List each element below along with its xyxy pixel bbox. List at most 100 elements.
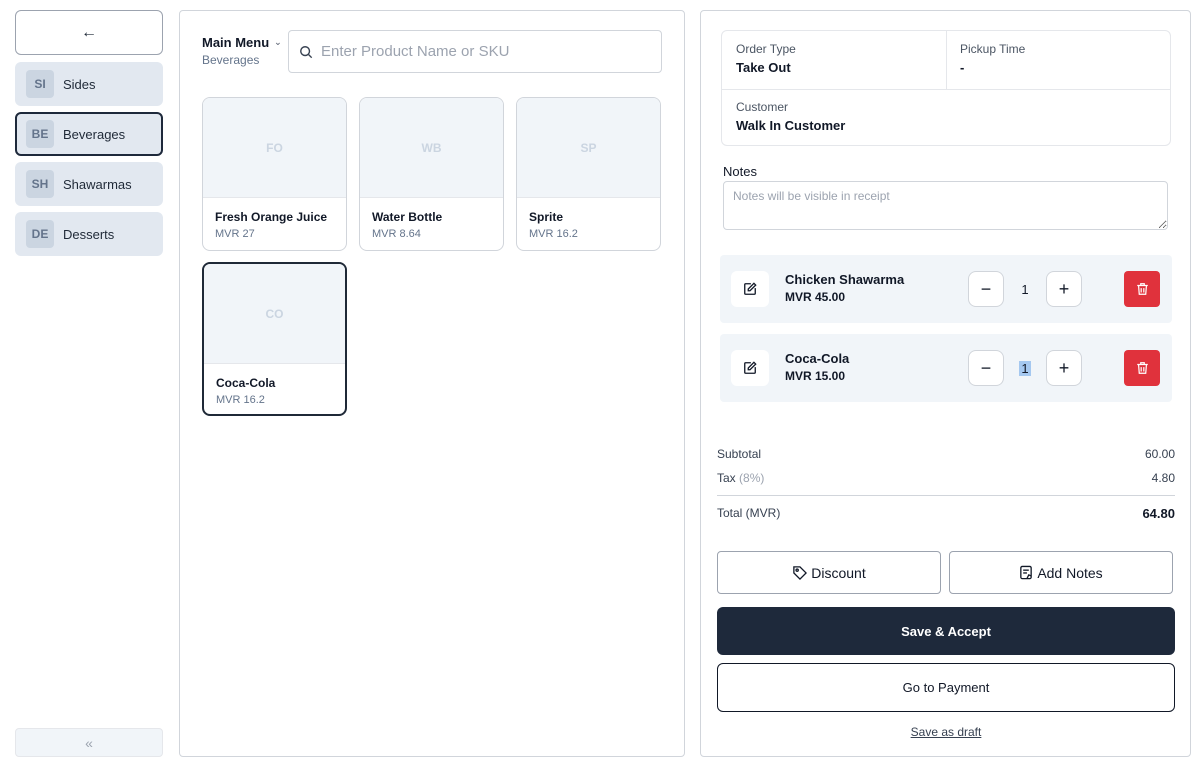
total-value: 64.80 [1142, 506, 1175, 521]
category-sidebar: ← SI Sides BE Beverages SH Shawarmas DE … [15, 10, 163, 757]
search-icon [300, 45, 313, 58]
product-card[interactable]: CO Coca-Cola MVR 16.2 [202, 262, 347, 416]
category-label: Sides [63, 76, 96, 92]
category-beverages[interactable]: BE Beverages [15, 112, 163, 156]
quantity-value[interactable]: 1 [1007, 271, 1043, 307]
tax-rate: (8%) [739, 471, 765, 485]
category-label: Beverages [63, 126, 126, 142]
category-desserts[interactable]: DE Desserts [15, 212, 163, 256]
discount-label: Discount [811, 564, 866, 581]
customer-value: Walk In Customer [736, 118, 846, 133]
trash-icon [1136, 283, 1148, 295]
edit-item-button[interactable] [731, 350, 769, 386]
product-image-placeholder: CO [204, 264, 345, 364]
product-price: MVR 16.2 [216, 394, 265, 406]
product-price: MVR 27 [215, 228, 255, 240]
minus-icon: − [980, 278, 992, 299]
plus-icon: + [1058, 278, 1070, 299]
product-image-placeholder: WB [360, 98, 503, 198]
save-draft-link[interactable]: Save as draft [701, 725, 1191, 739]
product-name: Coca-Cola [216, 376, 276, 390]
category-shawarmas[interactable]: SH Shawarmas [15, 162, 163, 206]
plus-icon: + [1058, 357, 1070, 378]
order-line-item: Chicken Shawarma MVR 45.00 − 1 + [720, 255, 1172, 323]
category-badge: SI [26, 70, 54, 98]
search-box [288, 30, 662, 73]
product-panel: Main Menu ⌄ Beverages FO Fresh Orange Ju… [179, 10, 685, 757]
category-badge: SH [26, 170, 54, 198]
product-name: Water Bottle [372, 210, 443, 224]
pickup-time-value: - [960, 60, 965, 75]
arrow-left-icon: ← [81, 23, 97, 41]
product-name: Fresh Orange Juice [215, 210, 328, 224]
divider [722, 89, 1170, 90]
total-row: Total (MVR) 64.80 [717, 506, 1175, 521]
collapse-sidebar-button[interactable]: « [15, 728, 163, 757]
order-panel: Order Type Take Out Pickup Time - Custom… [700, 10, 1191, 757]
customer-label: Customer [736, 100, 789, 114]
go-to-payment-button[interactable]: Go to Payment [717, 663, 1175, 712]
delete-item-button[interactable] [1124, 350, 1160, 386]
back-button[interactable]: ← [15, 10, 163, 55]
increase-quantity-button[interactable]: + [1046, 350, 1082, 386]
add-notes-button[interactable]: Add Notes [949, 551, 1173, 594]
pickup-time-label: Pickup Time [960, 42, 1026, 56]
edit-item-button[interactable] [731, 271, 769, 307]
discount-button[interactable]: Discount [717, 551, 941, 594]
product-name: Sprite [529, 210, 564, 224]
go-to-payment-label: Go to Payment [902, 680, 990, 695]
category-label: Shawarmas [63, 176, 132, 192]
divider [717, 495, 1175, 496]
product-card[interactable]: WB Water Bottle MVR 8.64 [359, 97, 504, 251]
edit-icon [744, 361, 757, 374]
product-image-placeholder: FO [203, 98, 346, 198]
menu-title: Main Menu [202, 35, 270, 50]
notes-textarea[interactable] [723, 181, 1168, 230]
delete-item-button[interactable] [1124, 271, 1160, 307]
line-item-name: Chicken Shawarma [785, 272, 905, 287]
chevron-down-icon: ⌄ [274, 37, 282, 47]
minus-icon: − [980, 357, 992, 378]
increase-quantity-button[interactable]: + [1046, 271, 1082, 307]
category-badge: BE [26, 120, 54, 148]
product-price: MVR 8.64 [372, 228, 421, 240]
product-image-placeholder: SP [517, 98, 660, 198]
tag-icon [793, 566, 808, 580]
tax-label: Tax [717, 471, 736, 485]
search-input[interactable] [321, 43, 641, 60]
subtotal-row: Subtotal 60.00 [717, 447, 1175, 461]
edit-icon [744, 282, 757, 295]
double-chevron-left-icon: « [85, 734, 93, 751]
category-sides[interactable]: SI Sides [15, 62, 163, 106]
total-label: Total (MVR) [717, 506, 781, 520]
product-card[interactable]: FO Fresh Orange Juice MVR 27 [202, 97, 347, 251]
order-type-value: Take Out [736, 60, 791, 75]
decrease-quantity-button[interactable]: − [968, 350, 1004, 386]
line-item-name: Coca-Cola [785, 351, 850, 366]
line-item-price: MVR 15.00 [785, 369, 846, 383]
notes-label: Notes [723, 164, 757, 179]
tax-value: 4.80 [1151, 471, 1175, 485]
save-accept-label: Save & Accept [901, 623, 991, 639]
product-price: MVR 16.2 [529, 228, 578, 240]
pickup-time-field[interactable]: Pickup Time - [946, 42, 1025, 75]
note-icon [1020, 565, 1033, 580]
category-label: Desserts [63, 226, 115, 242]
category-badge: DE [26, 220, 54, 248]
product-card[interactable]: SP Sprite MVR 16.2 [516, 97, 661, 251]
tax-row: Tax (8%) 4.80 [717, 471, 1175, 485]
order-type-label: Order Type [736, 42, 796, 56]
subtotal-value: 60.00 [1144, 447, 1175, 461]
quantity-value[interactable]: 1 [1007, 350, 1043, 386]
decrease-quantity-button[interactable]: − [968, 271, 1004, 307]
menu-selector[interactable]: Main Menu ⌄ Beverages [202, 35, 282, 67]
add-notes-label: Add Notes [1037, 564, 1103, 581]
order-info-card: Order Type Take Out Pickup Time - Custom… [721, 30, 1171, 146]
customer-field[interactable]: Customer Walk In Customer [722, 100, 845, 133]
line-item-price: MVR 45.00 [785, 290, 846, 304]
save-accept-button[interactable]: Save & Accept [717, 607, 1175, 655]
order-line-item: Coca-Cola MVR 15.00 − 1 + [720, 334, 1172, 402]
trash-icon [1136, 362, 1148, 374]
subtotal-label: Subtotal [717, 447, 762, 461]
order-type-field[interactable]: Order Type Take Out [722, 42, 796, 75]
